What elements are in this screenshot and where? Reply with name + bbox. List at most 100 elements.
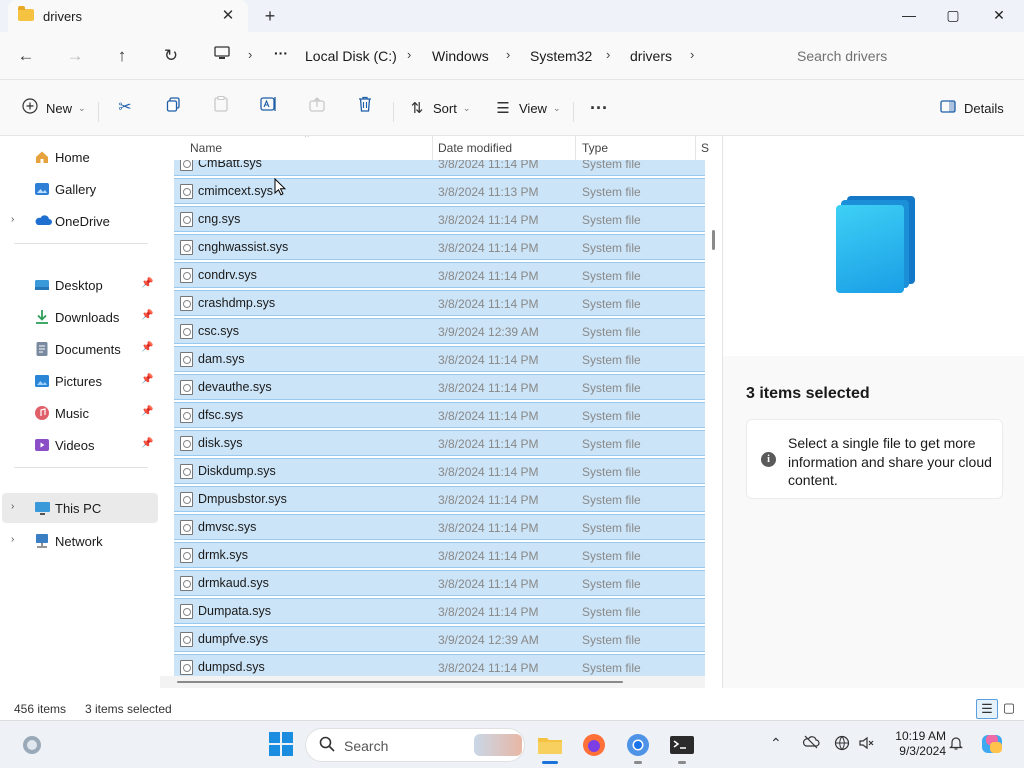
search-input[interactable]: Search drivers <box>785 40 1020 72</box>
column-header-name[interactable]: Name <box>190 141 222 155</box>
sidebar-item-this-pc[interactable]: › This PC <box>2 493 158 523</box>
column-divider[interactable] <box>575 136 576 160</box>
pin-icon[interactable]: 📌 <box>141 342 153 353</box>
breadcrumb[interactable]: › ··· Local Disk (C:) › Windows › System… <box>200 40 775 72</box>
table-row[interactable]: disk.sys 3/8/2024 11:14 PM System file <box>174 430 705 456</box>
show-hidden-icons-chevron[interactable]: ⌃ <box>770 735 782 752</box>
details-view-button[interactable]: ☰ <box>976 699 998 719</box>
breadcrumb-separator[interactable]: › <box>506 47 510 62</box>
horizontal-scrollbar[interactable] <box>160 676 705 688</box>
column-header-type[interactable]: Type <box>582 141 608 155</box>
taskbar-search[interactable]: Search <box>305 728 525 762</box>
table-row[interactable]: drmkaud.sys 3/8/2024 11:14 PM System file <box>174 570 705 596</box>
maximize-button[interactable]: ▢ <box>930 0 976 32</box>
minimize-button[interactable]: — <box>886 0 932 32</box>
column-divider[interactable] <box>695 136 696 160</box>
close-window-button[interactable]: ✕ <box>976 0 1022 32</box>
widgets-icon[interactable] <box>18 731 46 759</box>
copilot-icon[interactable] <box>980 732 1004 759</box>
breadcrumb-local-disk[interactable]: Local Disk (C:) <box>305 48 397 64</box>
file-explorer-icon[interactable] <box>536 731 564 759</box>
breadcrumb-separator[interactable]: › <box>606 47 610 62</box>
firefox-icon[interactable] <box>580 731 608 759</box>
network-tray-icon[interactable] <box>834 735 850 754</box>
table-row[interactable]: drmk.sys 3/8/2024 11:14 PM System file <box>174 542 705 568</box>
file-name: disk.sys <box>198 436 243 450</box>
table-row[interactable]: dmvsc.sys 3/8/2024 11:14 PM System file <box>174 514 705 540</box>
table-row[interactable]: condrv.sys 3/8/2024 11:14 PM System file <box>174 262 705 288</box>
sidebar-item-documents[interactable]: Documents 📌 <box>0 334 156 364</box>
sidebar-item-desktop[interactable]: Desktop 📌 <box>0 270 156 300</box>
breadcrumb-system32[interactable]: System32 <box>530 48 592 64</box>
table-row[interactable]: Dumpata.sys 3/8/2024 11:14 PM System file <box>174 598 705 624</box>
table-row[interactable]: Dmpusbstor.sys 3/8/2024 11:14 PM System fi… <box>174 486 705 512</box>
sidebar-item-music[interactable]: Music 📌 <box>0 398 156 428</box>
breadcrumb-more[interactable]: ··· <box>274 45 288 61</box>
pin-icon[interactable]: 📌 <box>141 310 153 321</box>
new-tab-button[interactable]: + <box>258 5 282 27</box>
chrome-icon[interactable] <box>624 731 652 759</box>
sidebar-item-pictures[interactable]: Pictures 📌 <box>0 366 156 396</box>
share-icon[interactable] <box>303 94 331 122</box>
view-button[interactable]: ☰ View ⌄ <box>493 94 560 122</box>
sidebar-item-home[interactable]: Home <box>0 142 156 172</box>
copy-icon[interactable] <box>159 94 187 122</box>
chevron-right-icon[interactable]: › <box>11 534 14 545</box>
details-button[interactable]: Details <box>938 94 1004 122</box>
table-row[interactable]: dfsc.sys 3/8/2024 11:14 PM System file <box>174 402 705 428</box>
pin-icon[interactable]: 📌 <box>141 374 153 385</box>
table-row[interactable]: cnghwassist.sys 3/8/2024 11:14 PM System f… <box>174 234 705 260</box>
column-header-date[interactable]: Date modified <box>438 141 512 155</box>
rename-icon[interactable] <box>255 94 283 122</box>
sidebar-item-onedrive[interactable]: › OneDrive <box>0 206 156 236</box>
chevron-right-icon[interactable]: › <box>11 214 14 225</box>
clock[interactable]: 10:19 AM 9/3/2024 <box>884 729 946 759</box>
table-row[interactable]: Diskdump.sys 3/8/2024 11:14 PM System file <box>174 458 705 484</box>
pin-icon[interactable]: 📌 <box>141 406 153 417</box>
volume-muted-icon[interactable] <box>858 735 874 754</box>
table-row[interactable]: cmimcext.sys 3/8/2024 11:13 PM System file <box>174 178 705 204</box>
chevron-right-icon[interactable]: › <box>11 501 14 512</box>
table-row[interactable]: dam.sys 3/8/2024 11:14 PM System file <box>174 346 705 372</box>
start-icon[interactable] <box>268 731 296 759</box>
table-row[interactable]: csc.sys 3/9/2024 12:39 AM System file <box>174 318 705 344</box>
forward-button[interactable]: → <box>61 43 89 69</box>
paste-icon[interactable] <box>207 94 235 122</box>
cut-icon[interactable]: ✂ <box>111 94 139 122</box>
close-tab-button[interactable]: ✕ <box>218 6 238 26</box>
tab-drivers[interactable]: drivers ✕ <box>8 0 248 32</box>
breadcrumb-separator[interactable]: › <box>248 47 252 62</box>
vertical-scrollbar[interactable] <box>712 230 715 250</box>
this-pc-icon[interactable] <box>214 46 230 63</box>
breadcrumb-windows[interactable]: Windows <box>432 48 489 64</box>
sidebar-item-downloads[interactable]: Downloads 📌 <box>0 302 156 332</box>
table-row[interactable]: devauthe.sys 3/8/2024 11:14 PM System file <box>174 374 705 400</box>
up-button[interactable]: ↑ <box>108 43 136 69</box>
breadcrumb-drivers[interactable]: drivers <box>630 48 672 64</box>
notifications-bell-icon[interactable] <box>948 735 964 754</box>
pin-icon[interactable]: 📌 <box>141 438 153 449</box>
sidebar-item-gallery[interactable]: Gallery <box>0 174 156 204</box>
breadcrumb-separator[interactable]: › <box>407 47 411 62</box>
more-options-button[interactable]: ··· <box>585 94 613 122</box>
tiles-view-button[interactable]: ▢ <box>998 699 1020 719</box>
delete-icon[interactable] <box>351 94 379 122</box>
pin-icon[interactable]: 📌 <box>141 278 153 289</box>
table-row[interactable]: cng.sys 3/8/2024 11:14 PM System file <box>174 206 705 232</box>
file-list[interactable]: ⌃ Name Date modified Type S CmBatt.sys 3/… <box>160 136 722 688</box>
new-button[interactable]: New ⌄ <box>20 94 86 122</box>
sidebar-item-network[interactable]: › Network <box>0 526 156 556</box>
sort-button[interactable]: ⇅ Sort ⌄ <box>407 94 471 122</box>
table-row[interactable]: dumpfve.sys 3/9/2024 12:39 AM System file <box>174 626 705 652</box>
column-header-size[interactable]: S <box>701 141 709 155</box>
breadcrumb-separator[interactable]: › <box>690 47 694 62</box>
sidebar-item-videos[interactable]: Videos 📌 <box>0 430 156 460</box>
refresh-button[interactable]: ↻ <box>157 43 185 69</box>
horizontal-scroll-thumb[interactable] <box>177 681 623 683</box>
back-button[interactable]: ← <box>12 43 40 69</box>
column-divider[interactable] <box>432 136 433 160</box>
terminal-icon[interactable] <box>668 731 696 759</box>
sort-ascending-icon: ⌃ <box>303 136 311 143</box>
onedrive-tray-icon[interactable] <box>802 735 820 752</box>
table-row[interactable]: crashdmp.sys 3/8/2024 11:14 PM System file <box>174 290 705 316</box>
